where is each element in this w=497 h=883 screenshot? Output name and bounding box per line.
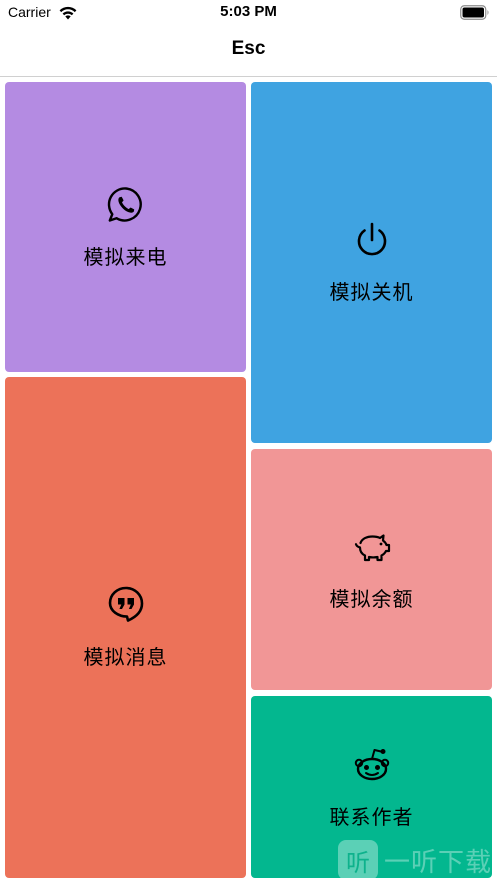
simulate-call-label: 模拟来电: [83, 244, 168, 269]
navigation-bar: Esc: [0, 26, 497, 77]
battery-icon: [460, 5, 489, 20]
simulate-balance-tile[interactable]: 模拟余额: [251, 449, 492, 690]
simulate-message-tile[interactable]: 模拟消息: [5, 377, 246, 878]
nav-title: Esc: [231, 38, 266, 59]
clock: 5:03 PM: [220, 3, 277, 20]
simulate-shutdown-tile[interactable]: 模拟关机: [251, 82, 492, 443]
simulate-call-tile[interactable]: 模拟来电: [5, 82, 246, 372]
simulate-balance-label: 模拟余额: [329, 587, 414, 611]
quote-bubble-icon: [108, 586, 143, 622]
power-icon: [357, 222, 386, 256]
watermark: 听 一听下载: [338, 840, 493, 880]
status-bar: Carrier 5:03 PM: [0, 0, 497, 26]
reddit-icon: [354, 748, 389, 780]
simulate-message-label: 模拟消息: [83, 645, 168, 669]
contact-author-label: 联系作者: [329, 804, 414, 829]
watermark-logo: 听: [338, 840, 378, 880]
phone-bubble-icon: [107, 186, 142, 222]
watermark-text: 一听下载: [384, 847, 493, 878]
simulate-shutdown-label: 模拟关机: [329, 280, 414, 304]
piggy-bank-icon: [354, 534, 390, 562]
